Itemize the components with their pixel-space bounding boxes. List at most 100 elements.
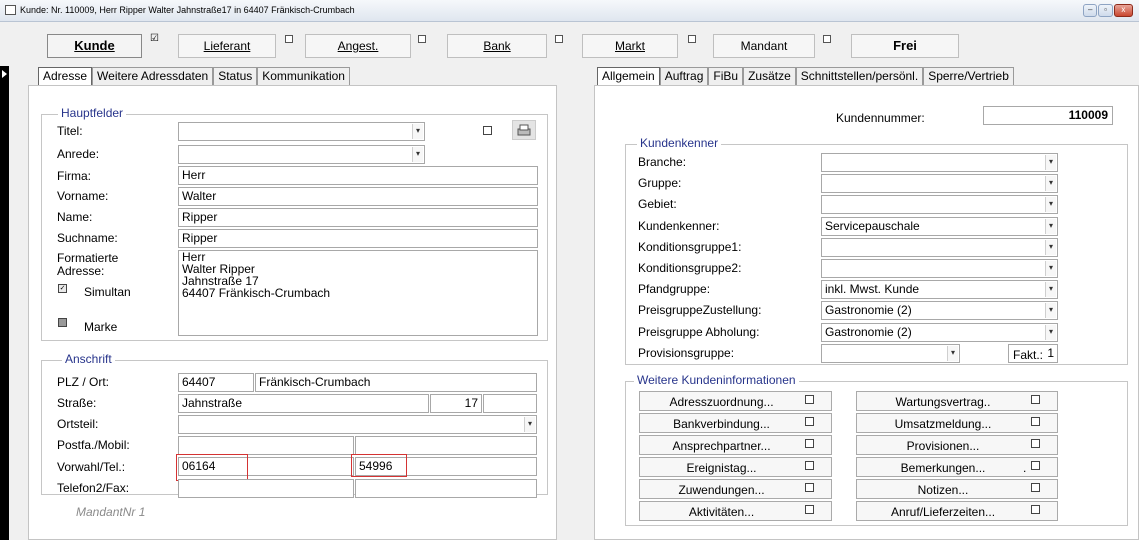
kunde-button[interactable]: Kunde	[47, 34, 142, 58]
strasse-input[interactable]: Jahnstraße	[178, 394, 429, 413]
hausnummer-input[interactable]: 17	[430, 394, 482, 413]
kunden-row-select[interactable]: Servicepauschale ▾	[821, 217, 1058, 236]
frei-button[interactable]: Frei	[851, 34, 959, 58]
simultan-checkbox[interactable]: ✓	[58, 284, 67, 293]
kunden-row-select[interactable]: Gastronomie (2) ▾	[821, 323, 1058, 342]
bank-button[interactable]: Bank	[447, 34, 547, 58]
telefon2-input[interactable]	[178, 479, 354, 498]
info-checkbox[interactable]	[805, 439, 814, 448]
angest-checkbox[interactable]	[418, 35, 426, 43]
kunden-row-select[interactable]: ▾	[821, 344, 960, 363]
left-tabbar: Adresse Weitere Adressdaten Status Kommu…	[38, 67, 350, 85]
info-checkbox[interactable]	[805, 417, 814, 426]
hausnummer-zusatz-input[interactable]	[483, 394, 537, 413]
info-button[interactable]: Bankverbindung...	[639, 413, 832, 433]
info-checkbox[interactable]	[805, 505, 814, 514]
chevron-down-icon[interactable]: ▾	[947, 346, 958, 361]
kunden-row-select[interactable]: ▾	[821, 153, 1058, 172]
minimize-button[interactable]: –	[1083, 4, 1098, 17]
plz-input[interactable]: 64407	[178, 373, 254, 392]
info-button[interactable]: Wartungsvertrag..	[856, 391, 1058, 411]
info-button[interactable]: Adresszuordnung...	[639, 391, 832, 411]
tab-kommunikation[interactable]: Kommunikation	[257, 67, 350, 85]
info-checkbox[interactable]	[1031, 483, 1040, 492]
chevron-down-icon[interactable]: ▾	[1045, 197, 1056, 212]
info-checkbox[interactable]	[1031, 439, 1040, 448]
printer-button[interactable]	[512, 120, 536, 140]
postfach-input[interactable]	[178, 436, 354, 455]
angest-button[interactable]: Angest.	[305, 34, 411, 58]
chevron-down-icon[interactable]: ▾	[1045, 325, 1056, 340]
markt-button[interactable]: Markt	[582, 34, 678, 58]
lieferant-button[interactable]: Lieferant	[178, 34, 276, 58]
kunde-checkbox[interactable]: ☑	[150, 33, 159, 44]
close-button[interactable]: x	[1113, 4, 1134, 17]
info-button[interactable]: Notizen...	[856, 479, 1058, 499]
info-button[interactable]: Ansprechpartner...	[639, 435, 832, 455]
vorname-input[interactable]: Walter	[178, 187, 538, 206]
maximize-button[interactable]: ▫	[1098, 4, 1113, 17]
anrede-select[interactable]: ▾	[178, 145, 425, 164]
info-button[interactable]: Anruf/Lieferzeiten...	[856, 501, 1058, 521]
info-checkbox[interactable]	[805, 461, 814, 470]
mandant-checkbox[interactable]	[823, 35, 831, 43]
info-button[interactable]: Umsatzmeldung...	[856, 413, 1058, 433]
chevron-down-icon[interactable]: ▾	[1045, 303, 1056, 318]
kunden-row-select[interactable]: inkl. Mwst. Kunde ▾	[821, 280, 1058, 299]
chevron-down-icon[interactable]: ▾	[1045, 282, 1056, 297]
tab-weitere-adressdaten[interactable]: Weitere Adressdaten	[92, 67, 214, 85]
info-checkbox[interactable]	[805, 395, 814, 404]
chevron-down-icon[interactable]: ▾	[1045, 219, 1056, 234]
info-checkbox[interactable]	[1031, 461, 1040, 470]
info-button[interactable]: Aktivitäten...	[639, 501, 832, 521]
ortsteil-label: Ortsteil:	[57, 417, 99, 431]
name-input[interactable]: Ripper	[178, 208, 538, 227]
bank-checkbox[interactable]	[555, 35, 563, 43]
tab-adresse[interactable]: Adresse	[38, 67, 93, 85]
firma-input[interactable]: Herr	[178, 166, 538, 185]
record-selector-bar	[0, 66, 9, 540]
ortsteil-select[interactable]: ▾	[178, 415, 537, 434]
kundennummer-input[interactable]: 110009	[983, 106, 1113, 125]
info-checkbox[interactable]	[1031, 505, 1040, 514]
chevron-down-icon[interactable]: ▾	[1045, 176, 1056, 191]
info-button[interactable]: Bemerkungen....	[856, 457, 1058, 477]
info-button[interactable]: Ereignistag...	[639, 457, 832, 477]
kunden-row-select[interactable]: ▾	[821, 259, 1058, 278]
marke-checkbox[interactable]	[58, 318, 67, 327]
info-button[interactable]: Zuwendungen...	[639, 479, 832, 499]
titel-select[interactable]: ▾	[178, 122, 425, 141]
kunden-row-select[interactable]: ▾	[821, 174, 1058, 193]
chevron-down-icon[interactable]: ▾	[524, 417, 535, 432]
info-checkbox[interactable]	[1031, 395, 1040, 404]
kundenkenner-label: Kundenkenner	[637, 136, 722, 150]
window-title: Kunde: Nr. 110009, Herr Ripper Walter Ja…	[20, 5, 355, 15]
tab-zusaetze[interactable]: Zusätze	[743, 67, 796, 85]
tab-sperre-vertrieb[interactable]: Sperre/Vertrieb	[923, 67, 1014, 85]
kunden-row-select[interactable]: ▾	[821, 238, 1058, 257]
info-checkbox[interactable]	[1031, 417, 1040, 426]
tab-fibu[interactable]: FiBu	[708, 67, 744, 85]
chevron-down-icon[interactable]: ▾	[1045, 240, 1056, 255]
chevron-down-icon[interactable]: ▾	[412, 147, 423, 162]
chevron-down-icon[interactable]: ▾	[1045, 261, 1056, 276]
kunden-row-select[interactable]: Gastronomie (2) ▾	[821, 301, 1058, 320]
markt-checkbox[interactable]	[688, 35, 696, 43]
info-button[interactable]: Provisionen...	[856, 435, 1058, 455]
kunden-row-select[interactable]: ▾	[821, 195, 1058, 214]
mobil-input[interactable]	[355, 436, 537, 455]
chevron-down-icon[interactable]: ▾	[1045, 155, 1056, 170]
info-checkbox[interactable]	[805, 483, 814, 492]
ort-input[interactable]: Fränkisch-Crumbach	[255, 373, 537, 392]
formatted-address-textarea[interactable]: Herr Walter Ripper Jahnstraße 17 64407 F…	[178, 250, 538, 336]
chevron-down-icon[interactable]: ▾	[412, 124, 423, 139]
tab-auftrag[interactable]: Auftrag	[659, 67, 709, 85]
tab-allgemein[interactable]: Allgemein	[597, 67, 660, 85]
titel-checkbox[interactable]	[483, 126, 492, 135]
tab-status[interactable]: Status	[213, 67, 258, 85]
lieferant-checkbox[interactable]	[285, 35, 293, 43]
tab-schnittstellen[interactable]: Schnittstellen/persönl.	[795, 67, 924, 85]
suchname-input[interactable]: Ripper	[178, 229, 538, 248]
mandant-button[interactable]: Mandant	[713, 34, 815, 58]
fax-input[interactable]	[355, 479, 537, 498]
